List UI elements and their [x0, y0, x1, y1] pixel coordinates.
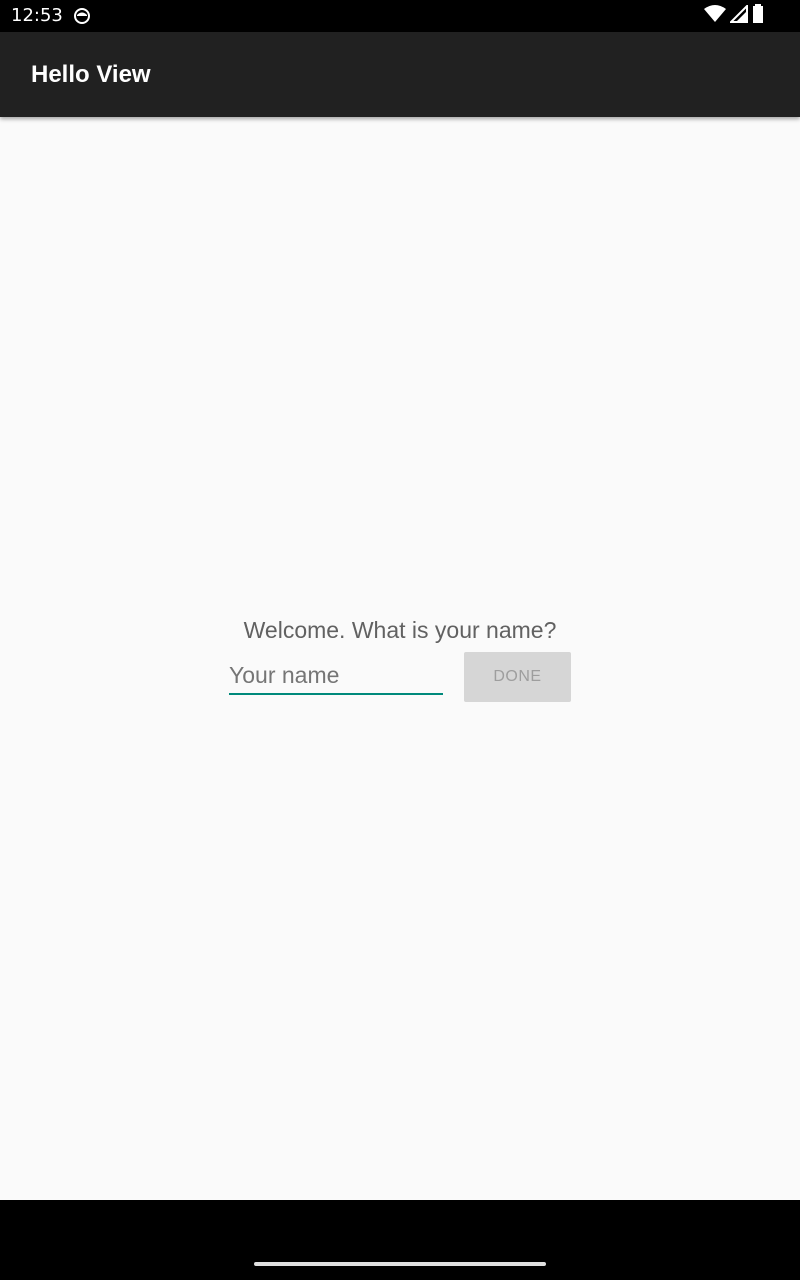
- notification-icon: [73, 7, 91, 25]
- status-bar: 12:53: [0, 0, 800, 32]
- welcome-prompt: Welcome. What is your name?: [243, 617, 557, 643]
- cell-signal-icon: [728, 3, 748, 27]
- status-time: 12:53: [11, 5, 63, 26]
- battery-icon: [752, 4, 764, 28]
- home-gesture-handle[interactable]: [254, 1262, 546, 1266]
- status-icons: [704, 3, 764, 28]
- app-title: Hello View: [31, 61, 151, 88]
- done-button[interactable]: DONE: [464, 652, 571, 702]
- main-content: Welcome. What is your name? DONE: [0, 117, 800, 1200]
- name-input[interactable]: [229, 657, 443, 695]
- wifi-icon: [704, 5, 726, 27]
- navigation-bar: [0, 1200, 800, 1280]
- app-bar: Hello View: [0, 32, 800, 117]
